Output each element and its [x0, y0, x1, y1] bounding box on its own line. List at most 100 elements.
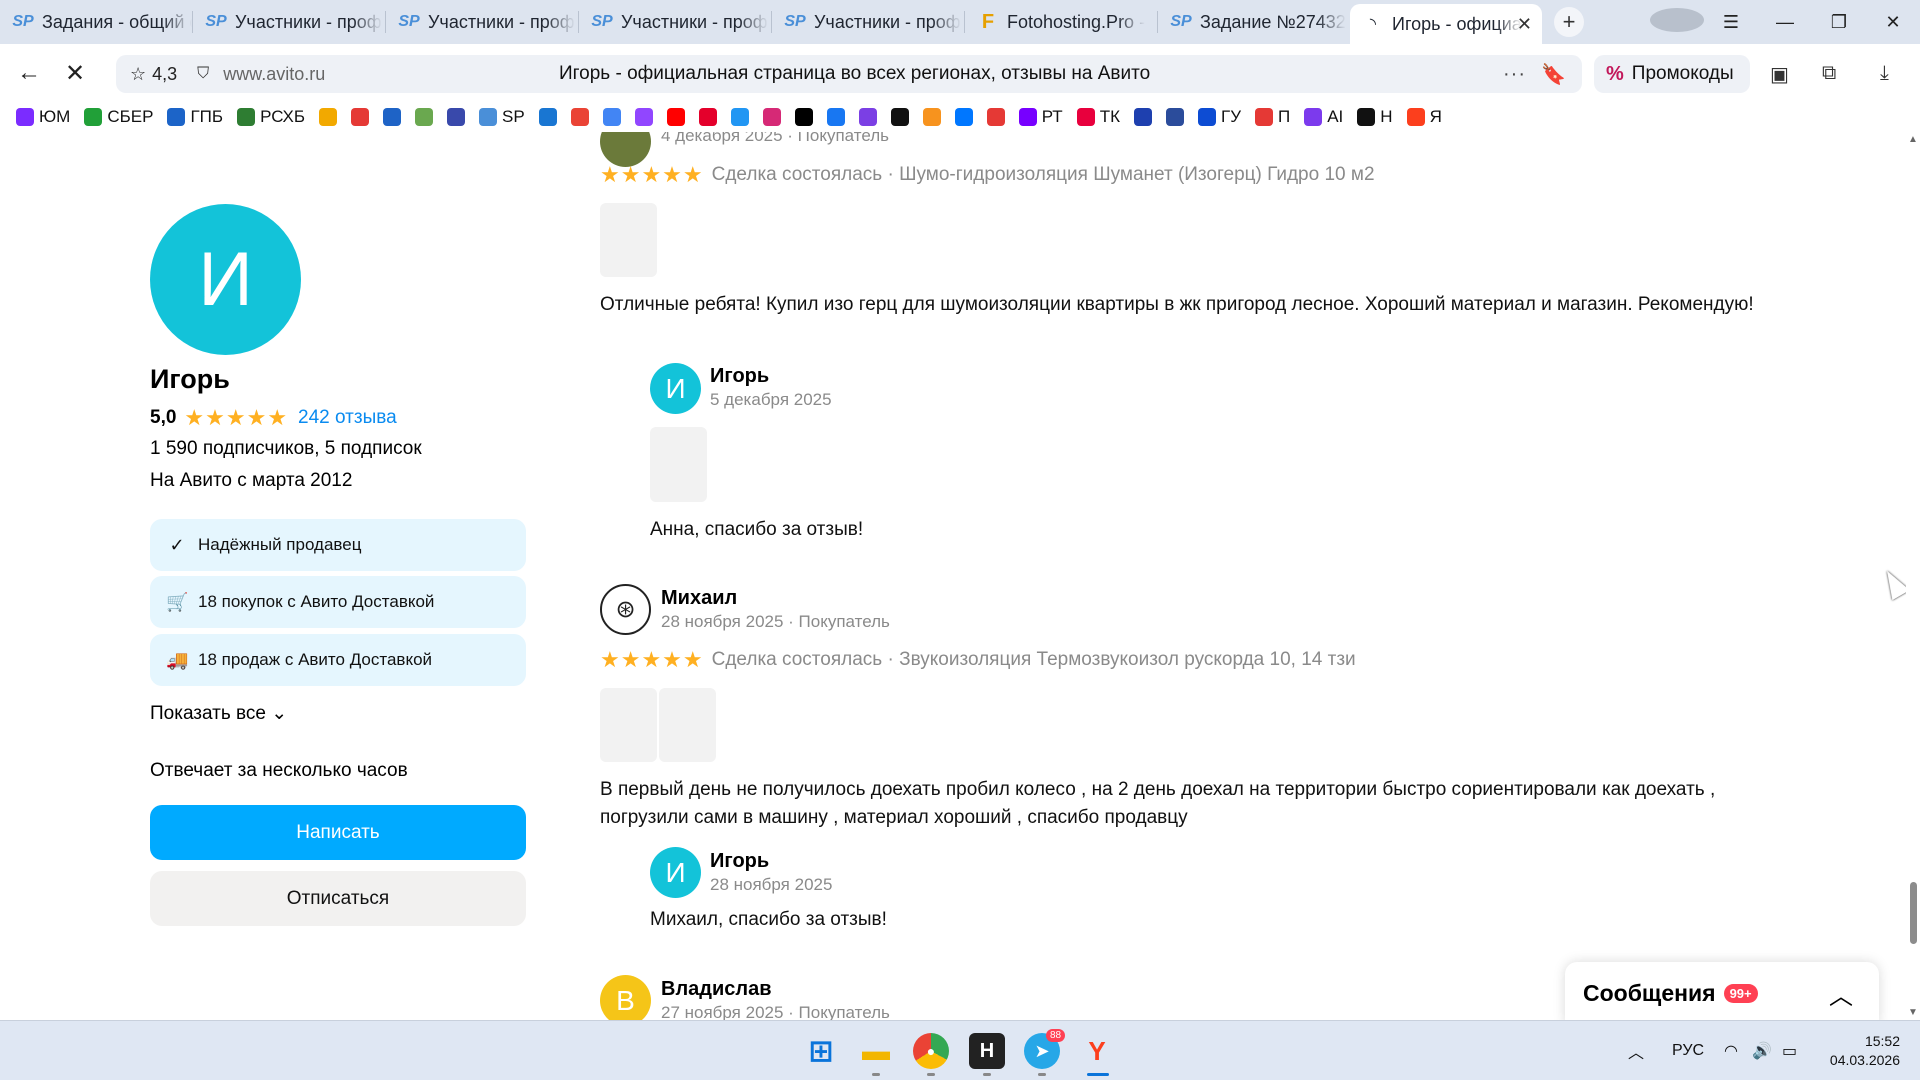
bookmark-item[interactable] — [351, 108, 370, 126]
bookmark-item[interactable] — [570, 108, 589, 126]
bookmark-item[interactable]: ГПБ — [167, 107, 223, 127]
restore-button[interactable]: ❐ — [1812, 12, 1866, 33]
close-window-button[interactable]: ✕ — [1866, 12, 1920, 33]
shield-icon[interactable]: ⛉ — [197, 65, 209, 83]
bookmark-item[interactable] — [319, 108, 338, 126]
reviewer-avatar[interactable]: В — [600, 975, 651, 1020]
bookmark-item[interactable] — [538, 108, 557, 126]
bookmark-item[interactable] — [794, 108, 813, 126]
back-arrow-icon[interactable]: ← — [6, 59, 52, 87]
review-photo[interactable] — [600, 688, 657, 762]
bookmark-item[interactable]: AI — [1304, 107, 1343, 127]
reply-author[interactable]: Игорь — [710, 850, 769, 873]
bookmark-item[interactable] — [858, 108, 877, 126]
bookmark-item[interactable]: ГУ — [1197, 107, 1241, 127]
reply-photo[interactable] — [650, 427, 707, 502]
battery-icon[interactable]: ▭ — [1782, 1021, 1797, 1080]
browser-tab[interactable]: SP Задание №27432 — [1158, 4, 1350, 40]
menu-icon[interactable]: ☰ — [1704, 12, 1758, 33]
write-button[interactable]: Написать — [150, 805, 526, 860]
browser-tab-active[interactable]: ◝ Игорь - официа ✕ — [1350, 4, 1542, 44]
browser-tab[interactable]: SP Задания - общий с — [0, 4, 192, 40]
new-tab-button[interactable]: + — [1554, 7, 1584, 37]
reply-author[interactable]: Игорь — [710, 365, 769, 388]
bookmark-item[interactable]: РТ — [1018, 107, 1063, 127]
bookmark-item[interactable]: ТК — [1076, 107, 1120, 127]
browser-tab[interactable]: SP Участники - проф — [193, 4, 385, 40]
messages-panel[interactable]: Сообщения 99+ ︿ — [1565, 962, 1879, 1020]
unsubscribe-button[interactable]: Отписаться — [150, 871, 526, 926]
volume-icon[interactable]: 🔊 — [1752, 1021, 1772, 1080]
bookmark-item[interactable] — [602, 108, 621, 126]
scroll-up-arrow-icon[interactable]: ▲ — [1908, 134, 1918, 145]
close-tab-icon[interactable]: ✕ — [1517, 14, 1532, 35]
review-photo[interactable] — [659, 688, 716, 762]
bookmark-item[interactable]: РСХБ — [237, 107, 305, 127]
clock[interactable]: 15:52 04.03.2026 — [1830, 1032, 1900, 1070]
bookmark-item[interactable] — [1165, 108, 1184, 126]
browser-tab[interactable]: SP Участники - проф — [386, 4, 578, 40]
bookmark-item[interactable] — [922, 108, 941, 126]
bookmark-item[interactable] — [1133, 108, 1152, 126]
bookmark-item[interactable] — [986, 108, 1005, 126]
bookmark-item[interactable] — [762, 108, 781, 126]
browser-tab[interactable]: F Fotohosting.Pro - — [965, 4, 1157, 40]
show-all-button[interactable]: Показать все ⌄ — [150, 702, 287, 725]
minimize-button[interactable]: — — [1758, 12, 1812, 33]
bookmark-item[interactable] — [890, 108, 909, 126]
profile-button[interactable] — [1650, 7, 1704, 37]
chrome-icon[interactable]: ● — [913, 1033, 949, 1069]
url-text[interactable]: www.avito.ru — [223, 64, 325, 85]
bookmark-item[interactable] — [383, 108, 402, 126]
bookmark-item[interactable] — [954, 108, 973, 126]
bookmark-item[interactable]: П — [1255, 107, 1290, 127]
bookmark-item[interactable] — [730, 108, 749, 126]
chevron-up-icon[interactable]: ︿ — [1829, 976, 1853, 1011]
reviewer-name[interactable]: Михаил — [661, 587, 737, 610]
reviews-link[interactable]: 242 отзыва — [298, 407, 397, 429]
download-icon[interactable]: ⤓ — [1880, 62, 1889, 85]
promocodes-button[interactable]: % Промокоды — [1594, 55, 1750, 93]
bookmark-item[interactable] — [447, 108, 466, 126]
seller-reply-avatar[interactable]: И — [650, 363, 701, 414]
scroll-down-arrow-icon[interactable]: ▼ — [1908, 1007, 1918, 1018]
gallery-icon[interactable]: ▣ — [1770, 62, 1789, 87]
bookmark-item[interactable] — [698, 108, 717, 126]
subscribers-text[interactable]: 1 590 подписчиков, 5 подписок — [150, 438, 422, 460]
page-scrollbar[interactable]: ▲ ▼ — [1906, 132, 1920, 1020]
badge-purchases[interactable]: 🛒 18 покупок с Авито Доставкой — [150, 576, 526, 628]
bookmark-item[interactable]: SP — [479, 107, 525, 127]
windows-start-icon[interactable]: ⊞ — [803, 1033, 839, 1069]
file-explorer-icon[interactable]: ▬ — [858, 1033, 894, 1069]
browser-tab[interactable]: SP Участники - проф — [579, 4, 771, 40]
bookmark-icon[interactable]: 🔖 — [1541, 62, 1566, 87]
yandex-browser-icon[interactable]: Y — [1079, 1033, 1115, 1069]
bookmark-item[interactable] — [415, 108, 434, 126]
bookmark-item[interactable]: СБЕР — [84, 107, 153, 127]
bookmark-item[interactable] — [666, 108, 685, 126]
h-app-icon[interactable]: H — [969, 1033, 1005, 1069]
reviewer-name[interactable]: Владислав — [661, 978, 772, 1001]
omnibox[interactable]: ☆ 4,3 ⛉ www.avito.ru Игорь - официальная … — [116, 55, 1582, 93]
site-rating[interactable]: ☆ 4,3 — [130, 64, 177, 85]
bookmark-item[interactable]: Я — [1406, 107, 1442, 127]
deal-text[interactable]: Сделка состоялась · Шумо-гидроизоляция Ш… — [712, 164, 1375, 186]
more-dots-icon[interactable]: ··· — [1503, 63, 1526, 86]
deal-text[interactable]: Сделка состоялась · Звукоизоляция Термоз… — [712, 649, 1356, 671]
extensions-icon[interactable]: ⧉ — [1822, 62, 1836, 85]
wifi-icon[interactable]: ◠ — [1724, 1021, 1738, 1080]
bookmark-item[interactable]: ЮМ — [16, 107, 70, 127]
seller-reply-avatar[interactable]: И — [650, 847, 701, 898]
input-language[interactable]: РУС — [1672, 1021, 1704, 1080]
browser-tab[interactable]: SP Участники - проф — [772, 4, 964, 40]
bookmark-item[interactable] — [826, 108, 845, 126]
page-title-text[interactable]: Игорь - официальная страница во всех рег… — [559, 63, 1150, 85]
stop-loading-icon[interactable]: ✕ — [52, 59, 98, 88]
bookmark-item[interactable]: Н — [1357, 107, 1393, 127]
badge-reliable-seller[interactable]: ✓ Надёжный продавец — [150, 519, 526, 571]
tray-chevron-icon[interactable]: ︿ — [1628, 1021, 1644, 1080]
badge-sales[interactable]: 🚚 18 продаж с Авито Доставкой — [150, 634, 526, 686]
reviewer-avatar[interactable]: ⊛ — [600, 584, 651, 635]
review-photo[interactable] — [600, 203, 657, 277]
scrollbar-thumb[interactable] — [1910, 882, 1917, 944]
